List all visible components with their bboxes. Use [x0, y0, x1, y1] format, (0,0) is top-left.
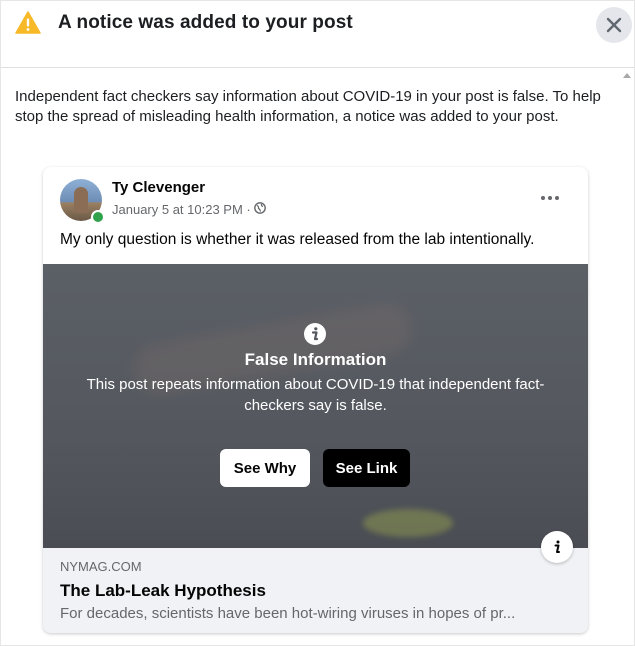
link-info-button[interactable]: [541, 531, 573, 563]
more-options-button[interactable]: [536, 188, 564, 208]
post-card: Ty Clevenger January 5 at 10:23 PM · My …: [43, 167, 588, 633]
close-button[interactable]: [596, 7, 632, 43]
dialog-header: A notice was added to your post: [1, 1, 634, 68]
close-icon: [606, 17, 622, 33]
scrollbar[interactable]: [621, 71, 633, 645]
notice-dialog: A notice was added to your post Independ…: [0, 0, 635, 646]
info-circle-icon: [303, 322, 327, 346]
warning-triangle-icon: [15, 10, 41, 36]
online-status-dot: [91, 210, 105, 224]
false-information-description: This post repeats information about COVI…: [86, 376, 545, 414]
globe-icon: [253, 202, 266, 217]
more-dots-icon: [541, 196, 559, 200]
see-link-button[interactable]: See Link: [323, 449, 410, 487]
scroll-up-arrow-icon[interactable]: [623, 73, 631, 78]
post-date[interactable]: January 5 at 10:23 PM ·: [112, 202, 251, 217]
post-text: My only question is whether it was relea…: [60, 231, 535, 248]
false-info-overlay: False Information This post repeats info…: [43, 264, 588, 548]
link-title[interactable]: The Lab-Leak Hypothesis: [60, 581, 266, 601]
see-why-button[interactable]: See Why: [220, 449, 310, 487]
blurred-image-shape: [363, 509, 453, 537]
link-description: For decades, scientists have been hot-wi…: [60, 605, 516, 622]
dialog-title: A notice was added to your post: [58, 12, 353, 33]
link-preview[interactable]: NYMAG.COM The Lab-Leak Hypothesis For de…: [43, 548, 588, 633]
notice-text: Independent fact checkers say informatio…: [15, 88, 601, 125]
post-meta: January 5 at 10:23 PM ·: [112, 202, 266, 217]
author-name[interactable]: Ty Clevenger: [112, 179, 205, 196]
avatar-figure: [74, 187, 88, 213]
link-domain: NYMAG.COM: [60, 559, 142, 574]
info-icon: [554, 540, 560, 553]
false-information-title: False Information: [244, 350, 387, 369]
